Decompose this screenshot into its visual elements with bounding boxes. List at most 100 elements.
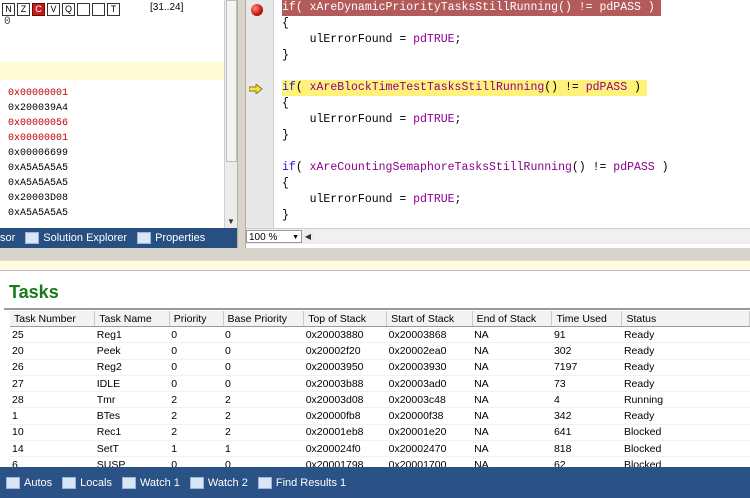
- code-line[interactable]: {: [282, 176, 669, 192]
- code-line-content: ulErrorFound = pdTRUE;: [282, 193, 462, 206]
- column-header[interactable]: Top of Stack: [303, 311, 388, 327]
- register-value[interactable]: 0xA5A5A5A5: [8, 161, 68, 176]
- code-token: }: [282, 49, 289, 62]
- code-line[interactable]: ulErrorFound = pdTRUE;: [282, 192, 669, 208]
- table-cell: Ready: [621, 407, 750, 425]
- table-cell: SetT: [94, 440, 170, 458]
- register-value[interactable]: 0x00000001: [8, 86, 68, 101]
- column-header[interactable]: Start of Stack: [386, 311, 473, 327]
- editor-horizontal-scrollbar[interactable]: [314, 230, 750, 243]
- code-line[interactable]: ulErrorFound = pdTRUE;: [282, 32, 669, 48]
- zoom-select[interactable]: 100 % ▼: [246, 230, 302, 243]
- registers-vertical-scrollbar[interactable]: ▼: [224, 0, 237, 228]
- table-cell: 0x20003ad0: [386, 375, 473, 393]
- table-row[interactable]: 14 SetT 1 1 0x200024f0 0x20002470 NA 818 Blocked: [10, 440, 750, 458]
- flag-blank-5: [77, 2, 90, 16]
- tab-label: Watch 2: [207, 476, 248, 489]
- editor-status-bar: 100 % ▼ ◀: [246, 228, 750, 244]
- code-line[interactable]: if( xAreCountingSemaphoreTasksStillRunni…: [282, 160, 669, 176]
- code-line[interactable]: {: [282, 16, 669, 32]
- register-value[interactable]: 0x00006699: [8, 146, 68, 161]
- table-row[interactable]: 25 Reg1 0 0 0x20003880 0x20003868 NA 91 Ready: [10, 325, 750, 344]
- table-row[interactable]: 20 Peek 0 0 0x20002f20 0x20002ea0 NA 302 Ready: [10, 342, 750, 360]
- table-cell: 2: [223, 424, 304, 442]
- tab-solution-explorer[interactable]: Solution Explorer: [25, 232, 127, 244]
- register-value[interactable]: 0x00000056: [8, 116, 68, 131]
- table-cell: 14: [10, 440, 95, 458]
- code-token: if: [282, 1, 296, 14]
- code-line[interactable]: ulErrorFound = pdTRUE;: [282, 112, 669, 128]
- code-line[interactable]: if( xAreDynamicPriorityTasksStillRunning…: [282, 0, 669, 16]
- scrollbar-thumb[interactable]: [226, 0, 237, 162]
- table-cell: 0x20003880: [303, 325, 387, 344]
- code-line[interactable]: [282, 64, 669, 80]
- table-row[interactable]: 10 Rec1 2 2 0x20001eb8 0x20001e20 NA 641 Blocked: [10, 424, 750, 442]
- code-token: ulErrorFound =: [282, 193, 414, 206]
- register-value[interactable]: 0x200039A4: [8, 101, 68, 116]
- properties-icon: [137, 232, 152, 244]
- table-cell: 0: [223, 325, 304, 344]
- column-header[interactable]: Task Name: [94, 311, 170, 327]
- selected-register-row[interactable]: [0, 62, 224, 80]
- pane-splitter[interactable]: [237, 0, 246, 248]
- code-line[interactable]: }: [282, 48, 669, 64]
- tab-autos[interactable]: Autos: [6, 476, 52, 489]
- breakpoint-icon[interactable]: [251, 4, 263, 16]
- table-cell: 0x20003c48: [386, 391, 473, 409]
- tab-watch-2[interactable]: Watch 2: [189, 476, 248, 489]
- code-token: if: [282, 161, 296, 174]
- code-line[interactable]: [282, 144, 669, 160]
- table-cell: NA: [472, 391, 552, 409]
- table-cell: 26: [10, 359, 95, 376]
- register-value[interactable]: 0xA5A5A5A5: [8, 176, 68, 191]
- table-cell: 0x200024f0: [303, 440, 387, 458]
- table-cell: Reg2: [94, 359, 170, 376]
- table-cell: Ready: [621, 325, 750, 344]
- editor-gutter[interactable]: [246, 0, 274, 228]
- tab-find-results-1[interactable]: Find Results 1: [257, 476, 346, 489]
- scroll-left-arrow-icon[interactable]: ◀: [302, 230, 314, 243]
- tab-label: Solution Explorer: [43, 232, 128, 244]
- tab-locals[interactable]: Locals: [62, 476, 112, 489]
- column-header[interactable]: Priority: [169, 311, 224, 327]
- panel-divider[interactable]: [0, 248, 750, 260]
- code-line[interactable]: }: [282, 208, 669, 224]
- table-row[interactable]: 1 BTes 2 2 0x20000fb8 0x20000f38 NA 342 Ready: [10, 407, 750, 425]
- column-header[interactable]: Status: [621, 311, 750, 327]
- code-token: ;: [454, 193, 462, 206]
- column-header[interactable]: End of Stack: [472, 311, 553, 327]
- tab-watch-1[interactable]: Watch 1: [121, 476, 180, 489]
- column-header[interactable]: Time Used: [551, 311, 623, 327]
- column-header[interactable]: Base Priority: [223, 311, 305, 327]
- register-value[interactable]: 0x20003D08: [8, 191, 68, 206]
- table-cell: Ready: [621, 375, 750, 393]
- code-editor[interactable]: if( xAreDynamicPriorityTasksStillRunning…: [246, 0, 750, 228]
- table-row[interactable]: 27 IDLE 0 0 0x20003b88 0x20003ad0 NA 73 Ready: [10, 375, 750, 393]
- table-cell: 0x20002f20: [303, 342, 387, 360]
- tab-properties[interactable]: Properties: [137, 232, 205, 244]
- code-token: ): [640, 1, 655, 14]
- table-cell: 0: [223, 359, 304, 376]
- code-token: pdPASS: [585, 81, 628, 94]
- column-header[interactable]: Task Number: [10, 311, 96, 327]
- code-line[interactable]: if( xAreBlockTimeTestTasksStillRunning()…: [282, 80, 669, 96]
- code-text[interactable]: if( xAreDynamicPriorityTasksStillRunning…: [282, 0, 669, 224]
- code-line[interactable]: }: [282, 128, 669, 144]
- table-row[interactable]: 26 Reg2 0 0 0x20003950 0x20003930 NA 7197 Ready: [10, 359, 750, 376]
- code-token: xAreCountingSemaphoreTasksStillRunning: [309, 161, 572, 174]
- code-token: xAreBlockTimeTestTasksStillRunning: [309, 81, 545, 94]
- code-token: pdPASS: [613, 161, 655, 174]
- tab-sor-partial[interactable]: sor: [0, 232, 15, 244]
- register-value[interactable]: 0xA5A5A5A5: [8, 206, 68, 221]
- code-line-content: ulErrorFound = pdTRUE;: [282, 33, 462, 46]
- register-value[interactable]: 0x00000001: [8, 131, 68, 146]
- table-cell: 0: [169, 359, 224, 376]
- scroll-down-arrow-icon[interactable]: ▼: [227, 217, 235, 226]
- code-token: pdPASS: [599, 1, 641, 14]
- window-icon: [189, 476, 204, 489]
- table-cell: Blocked: [621, 440, 750, 458]
- table-row[interactable]: 28 Tmr 2 2 0x20003d08 0x20003c48 NA 4 Running: [10, 391, 750, 409]
- code-token: ): [654, 161, 669, 174]
- code-line[interactable]: {: [282, 96, 669, 112]
- flag-q: Q: [62, 2, 75, 16]
